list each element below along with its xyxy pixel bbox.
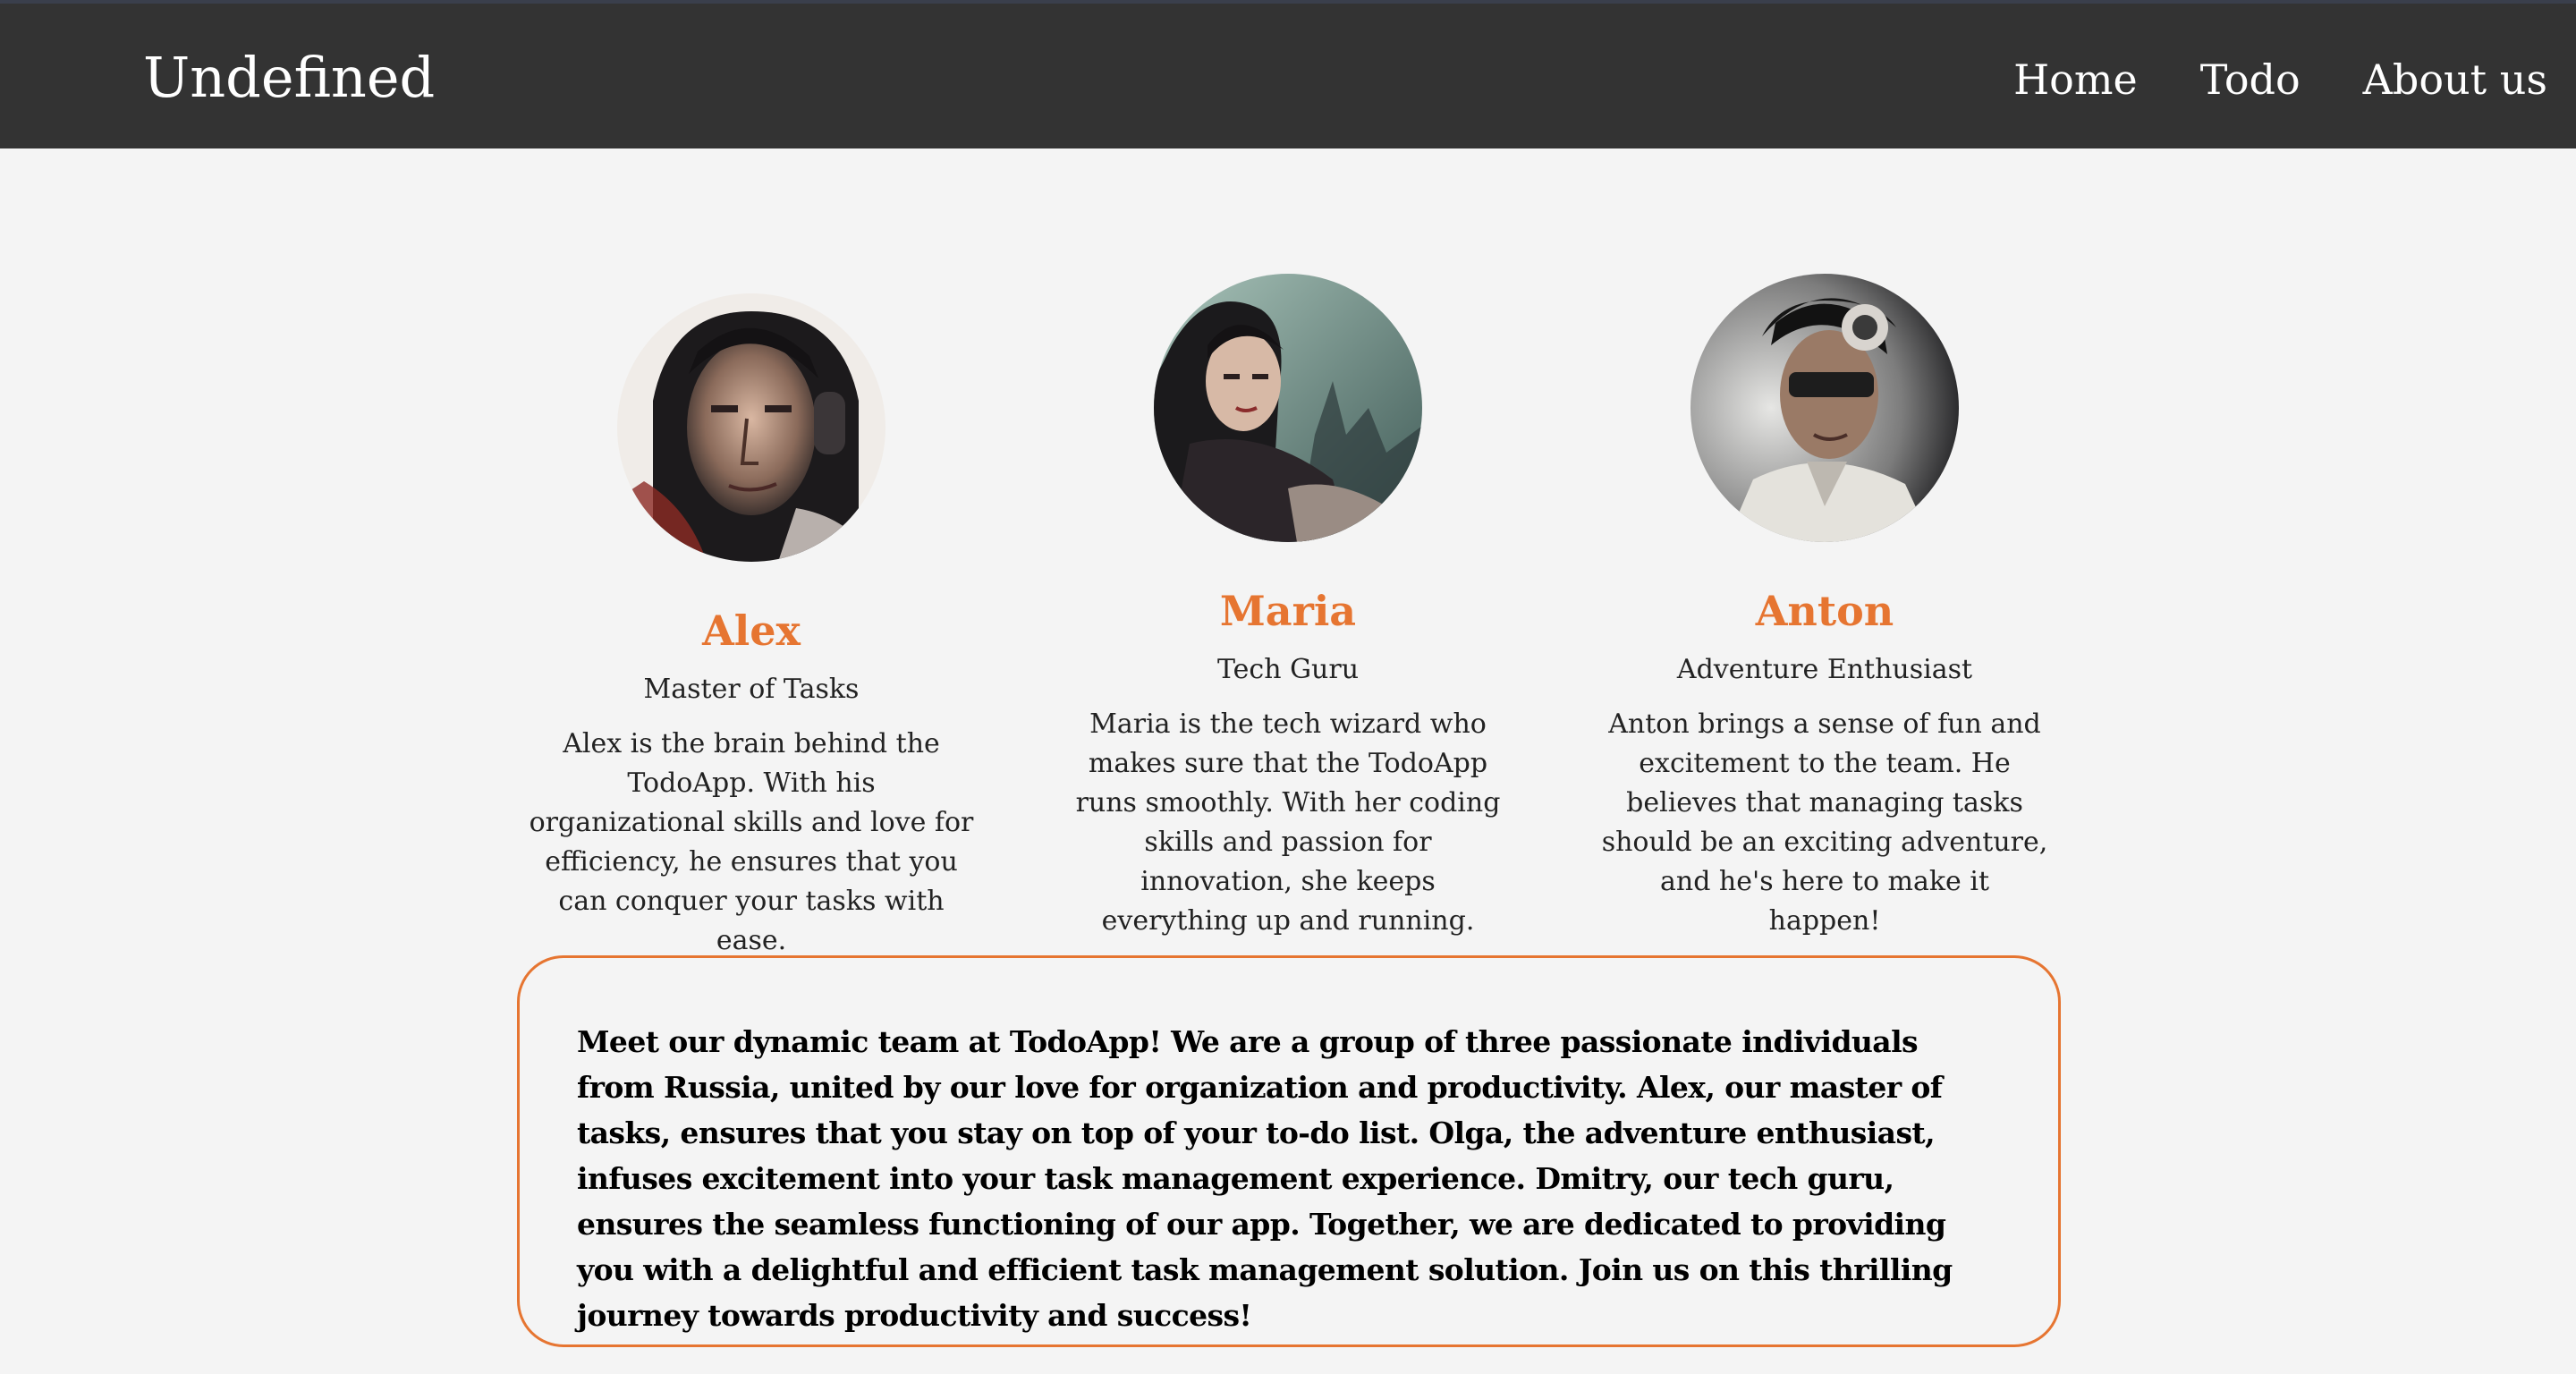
about-team-text: Meet our dynamic team at TodoApp! We are… (577, 1024, 1953, 1333)
nav-link-about[interactable]: About us (2363, 55, 2547, 104)
member-name: Maria (1219, 587, 1357, 635)
nav-link-todo[interactable]: Todo (2200, 55, 2301, 104)
member-role: Master of Tasks (643, 673, 860, 705)
member-bio: Alex is the brain behind the TodoApp. Wi… (529, 727, 974, 956)
member-role: Tech Guru (1216, 653, 1360, 685)
avatar-alex-illustration (617, 293, 886, 562)
avatar-anton-illustration (1690, 274, 1959, 542)
avatar-anton (1690, 274, 1959, 542)
avatar-maria-illustration (1154, 274, 1422, 542)
avatar-alex (617, 293, 886, 562)
team-card-maria: Maria Tech Guru Maria is the tech wizard… (1046, 274, 1530, 941)
top-navbar: Undefined Home Todo About us (0, 0, 2576, 148)
avatar-maria (1154, 274, 1422, 542)
nav-link-home[interactable]: Home (2013, 55, 2138, 104)
team-card-alex: Alex Master of Tasks Alex is the brain b… (510, 293, 993, 961)
member-role: Adventure Enthusiast (1676, 653, 1973, 685)
member-name: Alex (702, 606, 801, 655)
about-team-box: Meet our dynamic team at TodoApp! We are… (517, 955, 2061, 1347)
member-bio: Maria is the tech wizard who makes sure … (1075, 708, 1501, 937)
brand-logo-text[interactable]: Undefined (143, 45, 435, 110)
team-card-anton: Anton Adventure Enthusiast Anton brings … (1583, 274, 2066, 941)
member-name: Anton (1755, 587, 1894, 635)
nav-menu: Home Todo About us (2013, 55, 2547, 104)
member-bio: Anton brings a sense of fun and exciteme… (1601, 708, 2048, 937)
